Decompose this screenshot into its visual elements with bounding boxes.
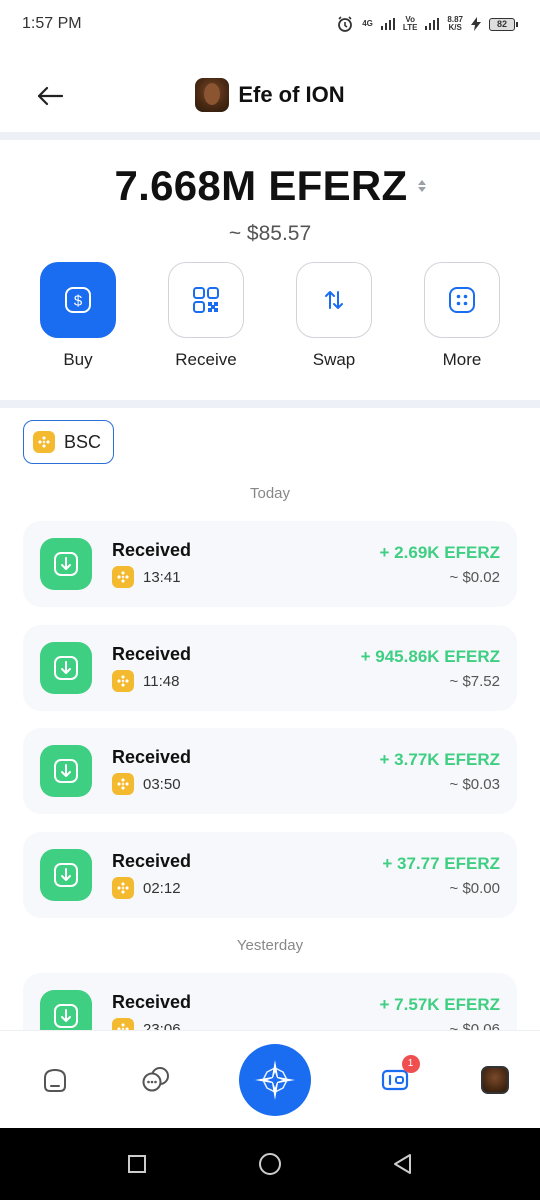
chat-icon	[142, 1066, 169, 1091]
nav-ion-main[interactable]	[239, 1043, 311, 1116]
home-button[interactable]	[255, 1149, 285, 1179]
square-icon	[127, 1155, 146, 1173]
network-chip-label: BSC	[64, 431, 102, 452]
transaction-usd: ~ $0.06	[449, 1020, 500, 1031]
transaction-item[interactable]: Received 03:50 + 3.77K EFERZ ~ $0.03	[23, 728, 517, 814]
recents-button[interactable]	[122, 1149, 152, 1179]
transaction-time: 02:12	[143, 879, 181, 897]
bnb-icon	[112, 773, 134, 795]
transaction-time: 23:06	[143, 1020, 181, 1031]
receive-arrow-icon	[40, 642, 92, 694]
ion-star-icon	[255, 1059, 295, 1100]
receive-arrow-icon	[40, 990, 92, 1030]
transaction-usd: ~ $0.00	[449, 879, 500, 897]
triangle-back-icon	[394, 1154, 412, 1174]
transaction-usd: ~ $7.52	[449, 672, 500, 690]
bnb-icon	[112, 1018, 134, 1030]
transaction-amount: + 3.77K EFERZ	[379, 749, 500, 769]
transaction-usd: ~ $0.02	[449, 568, 500, 586]
transaction-amount: + 37.77 EFERZ	[382, 853, 500, 873]
receive-arrow-icon	[40, 745, 92, 797]
receive-arrow-icon	[40, 849, 92, 901]
bnb-icon	[112, 670, 134, 692]
circle-icon	[258, 1153, 281, 1175]
transaction-amount: + 2.69K EFERZ	[379, 542, 500, 562]
nav-wallet[interactable]: 1	[378, 1054, 420, 1097]
bnb-icon	[112, 877, 134, 899]
transaction-item[interactable]: Received 13:41 + 2.69K EFERZ ~ $0.02	[23, 521, 517, 607]
transaction-amount: + 7.57K EFERZ	[379, 994, 500, 1014]
wallet-icon	[381, 1069, 408, 1090]
bnb-icon	[112, 566, 134, 588]
nav-profile[interactable]	[478, 1063, 512, 1097]
network-chip[interactable]: BSC	[23, 420, 115, 464]
transaction-usd: ~ $0.03	[449, 775, 500, 793]
transaction-time: 03:50	[143, 775, 181, 793]
transaction-time: 11:48	[143, 672, 180, 690]
bottom-nav: 1	[0, 1030, 540, 1128]
transaction-item[interactable]: Received 11:48 + 945.86K EFERZ ~ $7.52	[23, 625, 517, 711]
transaction-list: BSC Today Received 13:41 + 2.69K EFERZ ~…	[0, 0, 540, 1030]
receive-arrow-icon	[40, 538, 92, 590]
section-date-today: Today	[249, 485, 291, 502]
transaction-type: Received	[112, 851, 192, 871]
profile-avatar	[481, 1065, 509, 1094]
transaction-type: Received	[112, 992, 192, 1012]
transaction-item[interactable]: Received 23:06 + 7.57K EFERZ ~ $0.06	[23, 973, 517, 1030]
wallet-badge: 1	[401, 1054, 420, 1073]
section-date-yesterday: Yesterday	[236, 937, 304, 954]
system-nav-bar	[0, 1128, 540, 1200]
transaction-type: Received	[112, 747, 192, 767]
transaction-time: 13:41	[143, 568, 181, 586]
bnb-icon	[33, 431, 55, 453]
transaction-type: Received	[112, 540, 192, 560]
home-icon	[44, 1068, 66, 1092]
system-back-button[interactable]	[388, 1149, 418, 1179]
transaction-type: Received	[112, 644, 192, 664]
nav-home[interactable]	[38, 1063, 72, 1097]
transaction-item[interactable]: Received 02:12 + 37.77 EFERZ ~ $0.00	[23, 832, 517, 918]
nav-chats[interactable]	[139, 1063, 173, 1097]
transaction-amount: + 945.86K EFERZ	[360, 646, 500, 666]
